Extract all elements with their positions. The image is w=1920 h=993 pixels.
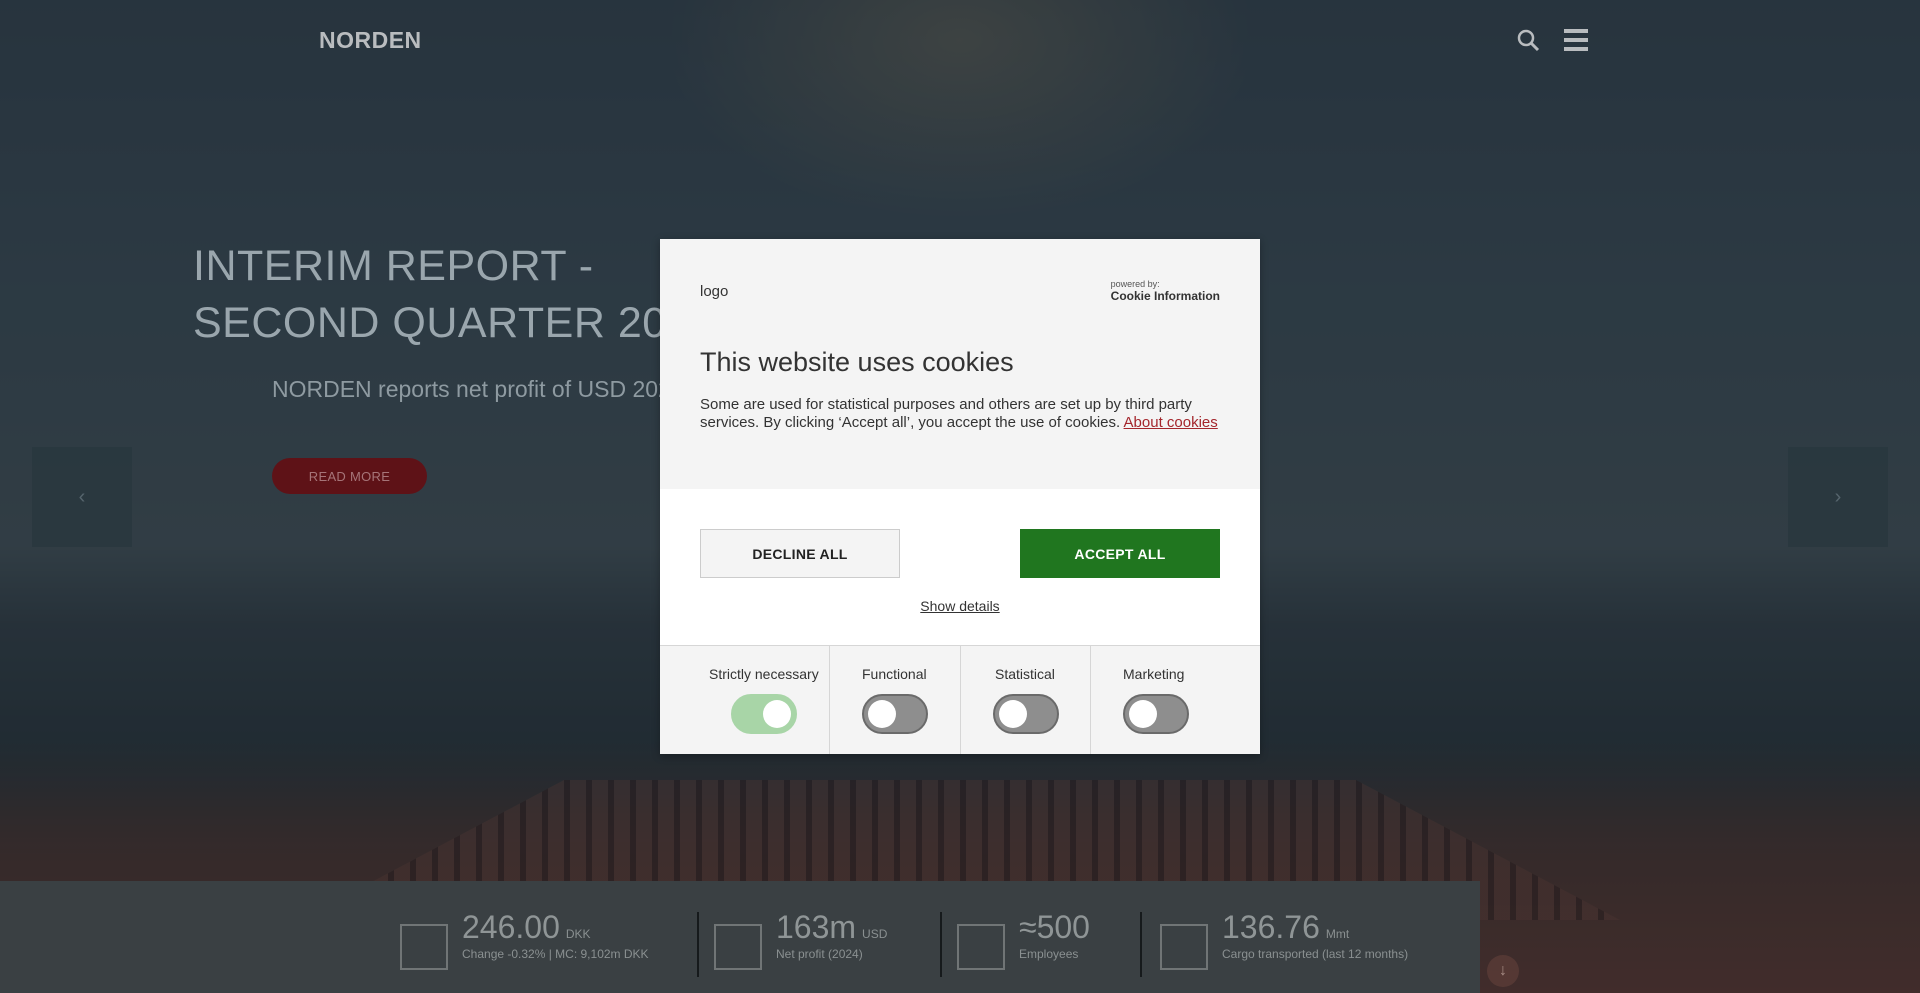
stat-value: 246.00 (462, 909, 560, 945)
toggle-functional[interactable] (862, 694, 928, 734)
stat-net-profit[interactable]: 163m USD Net profit (2024) (714, 910, 887, 970)
cookie-categories: Strictly necessary Functional Statistica… (660, 645, 1260, 754)
accept-all-button[interactable]: ACCEPT ALL (1020, 529, 1220, 578)
people-icon (957, 924, 1005, 970)
cookie-description: Some are used for statistical purposes a… (700, 396, 1192, 431)
stat-description: Change -0.32% | MC: 9,102m DKK (462, 947, 649, 961)
toggle-knob (999, 700, 1027, 728)
category-label: Statistical (995, 666, 1055, 682)
toggle-marketing[interactable] (1123, 694, 1189, 734)
share-price-chart-icon (400, 924, 448, 970)
powered-by[interactable]: powered by: Cookie Information (1111, 279, 1220, 303)
category-marketing: Marketing (1091, 646, 1260, 754)
stat-unit: USD (862, 927, 888, 941)
toggle-knob (868, 700, 896, 728)
stat-description: Cargo transported (last 12 months) (1222, 947, 1409, 961)
category-label: Functional (862, 666, 927, 682)
menu-icon[interactable] (1564, 29, 1588, 51)
stat-value: 163m (776, 909, 857, 945)
cookie-consent-dialog: logo powered by: Cookie Information This… (660, 239, 1260, 754)
toggle-strictly-necessary[interactable] (731, 694, 797, 734)
stat-unit: DKK (565, 927, 591, 941)
stat-description: Net profit (2024) (776, 947, 863, 961)
toggle-knob (763, 700, 791, 728)
arrow-down-icon: ↓ (1499, 962, 1507, 979)
powered-by-label: powered by: (1110, 279, 1160, 289)
stat-value: 136.76 (1222, 909, 1320, 945)
menu-bar (1564, 29, 1588, 33)
weight-icon (1160, 924, 1208, 970)
chevron-right-icon: › (1834, 485, 1842, 508)
stat-divider (697, 912, 699, 977)
slider-prev-button[interactable]: ‹ (32, 447, 132, 547)
stat-share-price[interactable]: 246.00 DKK Change -0.32% | MC: 9,102m DKK (400, 910, 649, 970)
slider-next-button[interactable]: › (1788, 447, 1888, 547)
search-icon[interactable] (1516, 28, 1540, 52)
stat-value: ≈500 (1019, 909, 1090, 945)
cookie-dialog-logo: logo (700, 283, 729, 300)
stat-description: Employees (1019, 947, 1079, 961)
cookie-dialog-header: logo powered by: Cookie Information This… (660, 239, 1260, 489)
category-functional: Functional (830, 646, 961, 754)
stat-cargo[interactable]: 136.76 Mmt Cargo transported (last 12 mon… (1160, 910, 1408, 970)
stat-employees[interactable]: ≈500 Employees (957, 910, 1096, 970)
toggle-statistical[interactable] (993, 694, 1059, 734)
cookie-dialog-title: This website uses cookies (700, 347, 1014, 377)
category-strictly-necessary: Strictly necessary (660, 646, 830, 754)
stat-divider (1140, 912, 1142, 977)
cookie-dialog-text: Some are used for statistical purposes a… (700, 396, 1220, 432)
stat-unit: Mmt (1325, 927, 1350, 941)
chevron-left-icon: ‹ (78, 485, 86, 508)
read-more-button[interactable]: READ MORE (272, 458, 427, 494)
about-cookies-link[interactable]: About cookies (1124, 414, 1218, 431)
bar-chart-icon (714, 924, 762, 970)
stat-divider (940, 912, 942, 977)
menu-bar (1564, 38, 1588, 42)
norden-logo[interactable]: NORDEN (319, 27, 422, 54)
show-details-link[interactable]: Show details (660, 598, 1260, 614)
category-label: Marketing (1123, 666, 1185, 682)
hero-title: INTERIM REPORT - SECOND QUARTER 2025 (193, 242, 716, 347)
decline-all-button[interactable]: DECLINE ALL (700, 529, 900, 578)
powered-by-name: Cookie Information (1110, 289, 1220, 303)
hero-subtitle: NORDEN reports net profit of USD 2025 (272, 376, 684, 402)
category-label: Strictly necessary (709, 666, 819, 682)
scroll-down-button[interactable]: ↓ (1487, 955, 1519, 987)
menu-bar (1564, 47, 1588, 51)
category-statistical: Statistical (961, 646, 1091, 754)
toggle-knob (1129, 700, 1157, 728)
